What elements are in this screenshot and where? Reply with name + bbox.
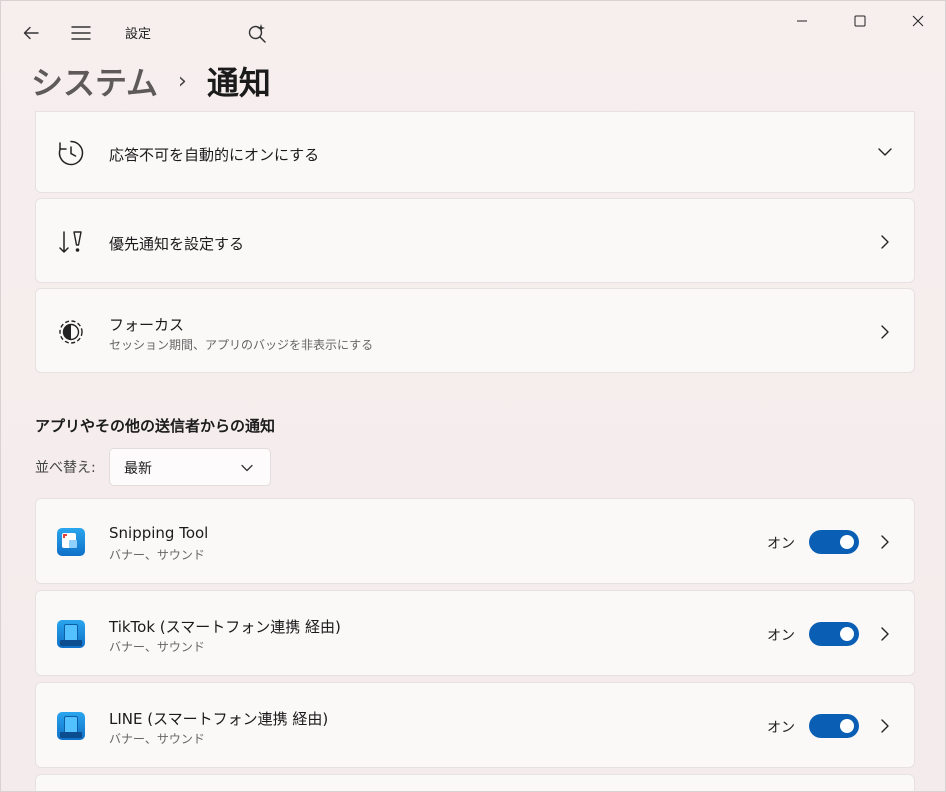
setting-priority-notifications[interactable]: 優先通知を設定する xyxy=(35,198,915,283)
app-title: 設定 xyxy=(125,27,152,42)
notification-toggle[interactable] xyxy=(809,530,859,554)
setting-focus-description: セッション期間、アプリのバッジを非表示にする xyxy=(109,338,374,352)
notification-toggle[interactable] xyxy=(809,622,859,646)
app-name: Snipping Tool xyxy=(109,524,209,542)
phone-link-icon xyxy=(56,619,86,649)
setting-focus-label: フォーカス xyxy=(109,316,185,334)
focus-icon xyxy=(56,317,86,347)
search-sparkle-icon xyxy=(248,24,266,43)
setting-auto-dnd[interactable]: 応答不可を自動的にオンにする xyxy=(35,111,915,193)
chevron-right-icon[interactable] xyxy=(876,533,894,551)
app-name: LINE (スマートフォン連携 経由) xyxy=(109,710,329,728)
sort-label: 並べ替え: xyxy=(35,460,96,476)
page-title: 通知 xyxy=(206,64,271,102)
back-button[interactable] xyxy=(11,13,51,53)
close-icon xyxy=(912,15,924,27)
sort-dropdown[interactable]: 最新 xyxy=(109,448,271,486)
hamburger-menu-icon xyxy=(71,26,91,40)
search-button[interactable] xyxy=(237,13,277,53)
app-notification-type: バナー、サウンド xyxy=(109,640,205,654)
chevron-right-icon[interactable] xyxy=(876,717,894,735)
app-notification-next[interactable] xyxy=(35,774,915,791)
setting-focus[interactable]: フォーカス セッション期間、アプリのバッジを非表示にする xyxy=(35,288,915,373)
phone-link-icon xyxy=(56,711,86,741)
chevron-right-icon[interactable] xyxy=(876,625,894,643)
priority-icon xyxy=(56,227,86,257)
app-name: TikTok (スマートフォン連携 経由) xyxy=(109,618,341,636)
chevron-right-icon[interactable] xyxy=(876,323,894,341)
clock-icon xyxy=(56,138,86,168)
app-notification-type: バナー、サウンド xyxy=(109,732,205,746)
apps-section-heading: アプリやその他の送信者からの通知 xyxy=(35,417,276,435)
maximize-icon xyxy=(854,15,866,27)
app-notification-tiktok[interactable]: TikTok (スマートフォン連携 経由) バナー、サウンド オン xyxy=(35,590,915,676)
setting-priority-label: 優先通知を設定する xyxy=(109,235,245,253)
setting-auto-dnd-label: 応答不可を自動的にオンにする xyxy=(109,146,320,164)
close-button[interactable] xyxy=(889,1,945,41)
toggle-state-label: オン xyxy=(767,628,795,644)
minimize-icon xyxy=(797,20,807,22)
sort-dropdown-value: 最新 xyxy=(124,461,152,477)
chevron-right-icon[interactable] xyxy=(876,233,894,251)
toggle-state-label: オン xyxy=(767,720,795,736)
app-notification-type: バナー、サウンド xyxy=(109,548,205,562)
chevron-down-icon[interactable] xyxy=(876,143,894,161)
maximize-button[interactable] xyxy=(831,1,889,41)
title-bar: 設定 xyxy=(1,1,945,61)
app-notification-line[interactable]: LINE (スマートフォン連携 経由) バナー、サウンド オン xyxy=(35,682,915,768)
notification-toggle[interactable] xyxy=(809,714,859,738)
snipping-tool-icon xyxy=(56,527,86,557)
chevron-down-icon xyxy=(241,464,253,472)
navigation-menu-button[interactable] xyxy=(61,13,101,53)
back-arrow-icon xyxy=(23,26,39,40)
breadcrumb: システム › 通知 xyxy=(31,59,271,103)
app-notification-snipping-tool[interactable]: Snipping Tool バナー、サウンド オン xyxy=(35,498,915,584)
toggle-state-label: オン xyxy=(767,536,795,552)
breadcrumb-system[interactable]: システム xyxy=(31,58,158,104)
breadcrumb-separator: › xyxy=(178,68,187,94)
minimize-button[interactable] xyxy=(773,1,831,41)
settings-window: 設定 システム › 通知 応答不可を自動的にオンにする 優先通知を設定する フォ… xyxy=(0,0,946,792)
